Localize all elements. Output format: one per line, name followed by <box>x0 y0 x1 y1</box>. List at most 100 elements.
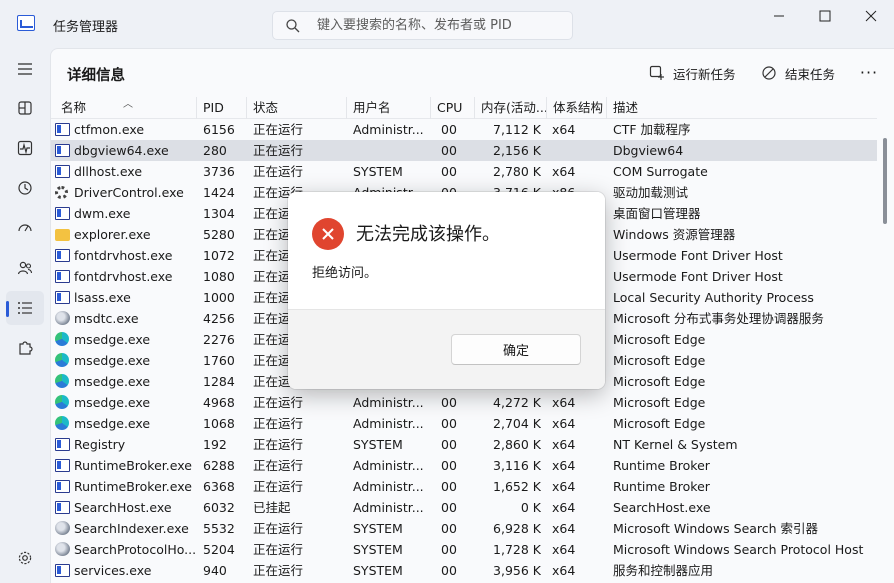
process-pid: 280 <box>203 143 227 158</box>
process-user: Administr... <box>353 395 424 410</box>
edge-icon <box>55 416 69 430</box>
hamburger-menu-button[interactable] <box>6 52 44 86</box>
processes-icon <box>18 101 32 115</box>
app-window-icon <box>55 144 70 157</box>
process-pid: 4256 <box>203 311 235 326</box>
table-row[interactable]: msedge.exe 1068 正在运行 Administr... 00 2,704 K x… <box>51 413 877 434</box>
nav-app-history[interactable] <box>6 171 44 205</box>
process-user: Administr... <box>353 122 424 137</box>
process-memory: 2,704 K <box>493 416 541 431</box>
process-pid: 1760 <box>203 353 235 368</box>
nav-details[interactable] <box>6 291 44 325</box>
table-row[interactable]: SearchIndexer.exe 5532 正在运行 SYSTEM 00 6,928 K… <box>51 518 877 539</box>
process-pid: 6288 <box>203 458 235 473</box>
process-user: Administr... <box>353 479 424 494</box>
process-user: Administr... <box>353 416 424 431</box>
process-name: msedge.exe <box>55 392 195 413</box>
nav-performance[interactable] <box>6 131 44 165</box>
search-input[interactable] <box>317 12 567 39</box>
process-description: Windows 资源管理器 <box>613 227 736 242</box>
process-memory: 4,272 K <box>493 395 541 410</box>
table-row[interactable]: RuntimeBroker.exe 6288 正在运行 Administr... 00 3… <box>51 455 877 476</box>
process-memory: 1,652 K <box>493 479 541 494</box>
table-row[interactable]: msedge.exe 4968 正在运行 Administr... 00 4,272 K x… <box>51 392 877 413</box>
process-status: 正在运行 <box>253 479 304 494</box>
minimize-button[interactable] <box>756 0 802 32</box>
column-header-description[interactable]: 描述 <box>607 97 877 119</box>
edge-icon <box>55 374 69 388</box>
process-description: SearchHost.exe <box>613 500 711 515</box>
table-row[interactable]: ctfmon.exe 6156 正在运行 Administr... 00 7,112 K x… <box>51 119 877 140</box>
service-icon <box>55 311 70 325</box>
process-status: 正在运行 <box>253 458 304 473</box>
process-description: Microsoft Edge <box>613 416 706 431</box>
process-pid: 5280 <box>203 227 235 242</box>
process-name-label: msedge.exe <box>74 416 151 431</box>
edge-icon <box>55 395 69 409</box>
nav-users[interactable] <box>6 251 44 285</box>
table-row[interactable]: Registry 192 正在运行 SYSTEM 00 2,860 K x64 NT Kern… <box>51 434 877 455</box>
close-button[interactable] <box>848 0 894 32</box>
column-header-cpu[interactable]: CPU <box>431 97 475 119</box>
process-name-label: SearchProtocolHo... <box>74 542 195 557</box>
process-name-label: explorer.exe <box>74 227 151 242</box>
nav-settings[interactable] <box>6 541 44 575</box>
vertical-scrollbar-thumb[interactable] <box>883 138 887 224</box>
table-row[interactable]: SearchHost.exe 6032 已挂起 Administr... 00 0 K x6… <box>51 497 877 518</box>
column-header-arch[interactable]: 体系结构 <box>547 97 607 119</box>
nav-processes[interactable] <box>6 91 44 125</box>
process-name: SearchHost.exe <box>55 497 195 518</box>
search-icon <box>286 19 300 33</box>
process-status: 正在运行 <box>253 416 304 431</box>
edge-icon <box>55 332 69 346</box>
process-cpu: 00 <box>441 458 457 473</box>
process-name-label: dwm.exe <box>74 206 131 221</box>
run-new-task-label: 运行新任务 <box>673 66 736 82</box>
more-options-button[interactable]: ··· <box>857 61 881 83</box>
users-icon <box>17 261 33 275</box>
search-box[interactable] <box>272 11 573 40</box>
ok-button[interactable]: 确定 <box>451 334 581 365</box>
table-row[interactable]: services.exe 940 正在运行 SYSTEM 00 3,956 K x64 服务和… <box>51 560 877 581</box>
process-pid: 4968 <box>203 395 235 410</box>
table-row[interactable]: RuntimeBroker.exe 6368 正在运行 Administr... 00 1… <box>51 476 877 497</box>
process-memory: 3,956 K <box>493 563 541 578</box>
column-header-status[interactable]: 状态 <box>247 97 347 119</box>
process-arch: x64 <box>552 521 576 536</box>
process-pid: 6368 <box>203 479 235 494</box>
process-description: Runtime Broker <box>613 479 710 494</box>
service-icon <box>55 542 70 556</box>
process-cpu: 00 <box>441 542 457 557</box>
end-task-button[interactable]: 结束任务 <box>761 62 835 84</box>
app-window-icon <box>55 480 70 493</box>
process-pid: 1068 <box>203 416 235 431</box>
table-row[interactable]: dllhost.exe 3736 正在运行 SYSTEM 00 2,780 K x64 COM… <box>51 161 877 182</box>
nav-startup-apps[interactable] <box>6 211 44 245</box>
table-row[interactable]: SearchProtocolHo... 5204 正在运行 SYSTEM 00 1,728… <box>51 539 877 560</box>
process-name-label: SearchHost.exe <box>74 500 172 515</box>
column-header-user[interactable]: 用户名 <box>347 97 431 119</box>
history-icon <box>18 181 32 195</box>
column-header-memory[interactable]: 内存(活动... <box>475 97 547 119</box>
process-user: SYSTEM <box>353 563 403 578</box>
column-header-pid[interactable]: PID <box>197 97 247 119</box>
process-pid: 1284 <box>203 374 235 389</box>
process-status: 已挂起 <box>253 500 291 515</box>
column-header-name[interactable]: 名称 ︿ <box>55 97 197 119</box>
process-arch: x64 <box>552 437 576 452</box>
maximize-button[interactable] <box>802 0 848 32</box>
process-name-label: msedge.exe <box>74 332 151 347</box>
process-description: NT Kernel & System <box>613 437 738 452</box>
process-pid: 6032 <box>203 500 235 515</box>
run-new-task-button[interactable]: 运行新任务 <box>649 62 736 84</box>
folder-icon <box>55 229 70 241</box>
process-name-label: fontdrvhost.exe <box>74 248 173 263</box>
process-pid: 5532 <box>203 521 235 536</box>
process-status: 正在运行 <box>253 395 304 410</box>
nav-services[interactable] <box>6 331 44 365</box>
table-row[interactable]: dbgview64.exe 280 正在运行 00 2,156 K Dbgview64 <box>51 140 877 161</box>
process-cpu: 00 <box>441 164 457 179</box>
process-description: Usermode Font Driver Host <box>613 269 783 284</box>
process-name: msedge.exe <box>55 371 195 392</box>
process-status: 正在运行 <box>253 143 304 158</box>
